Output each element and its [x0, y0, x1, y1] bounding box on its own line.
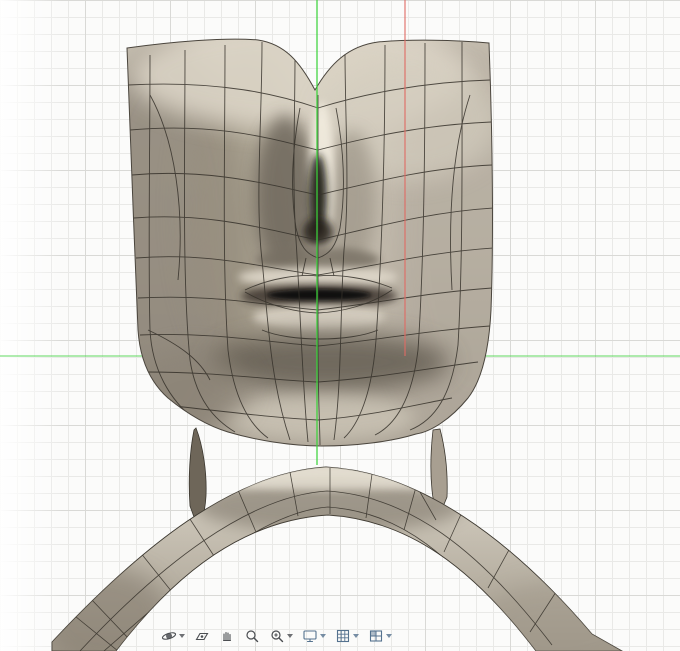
zoom-button[interactable]	[243, 627, 261, 645]
dropdown-caret-icon[interactable]	[287, 634, 293, 638]
model-face-surface	[126, 38, 493, 447]
viewports-button[interactable]	[367, 627, 393, 645]
grid-settings-button[interactable]	[334, 627, 360, 645]
display-settings-icon	[302, 628, 318, 644]
model-viewport-canvas[interactable]	[0, 0, 680, 651]
viewports-icon	[368, 628, 384, 644]
zoom-fit-button[interactable]	[268, 627, 294, 645]
pan-button[interactable]	[218, 627, 236, 645]
dropdown-caret-icon[interactable]	[179, 634, 185, 638]
app-window	[0, 0, 680, 651]
look-at-button[interactable]	[193, 627, 211, 645]
grid-icon	[335, 628, 351, 644]
nav-toolbar	[160, 624, 393, 648]
pan-hand-icon	[219, 628, 235, 644]
orbit-icon	[161, 628, 177, 644]
dropdown-caret-icon[interactable]	[386, 634, 392, 638]
dropdown-caret-icon[interactable]	[353, 634, 359, 638]
display-settings-button[interactable]	[301, 627, 327, 645]
orbit-button[interactable]	[160, 627, 186, 645]
zoom-icon	[244, 628, 260, 644]
zoom-fit-icon	[269, 628, 285, 644]
dropdown-caret-icon[interactable]	[320, 634, 326, 638]
look-at-icon	[194, 628, 210, 644]
